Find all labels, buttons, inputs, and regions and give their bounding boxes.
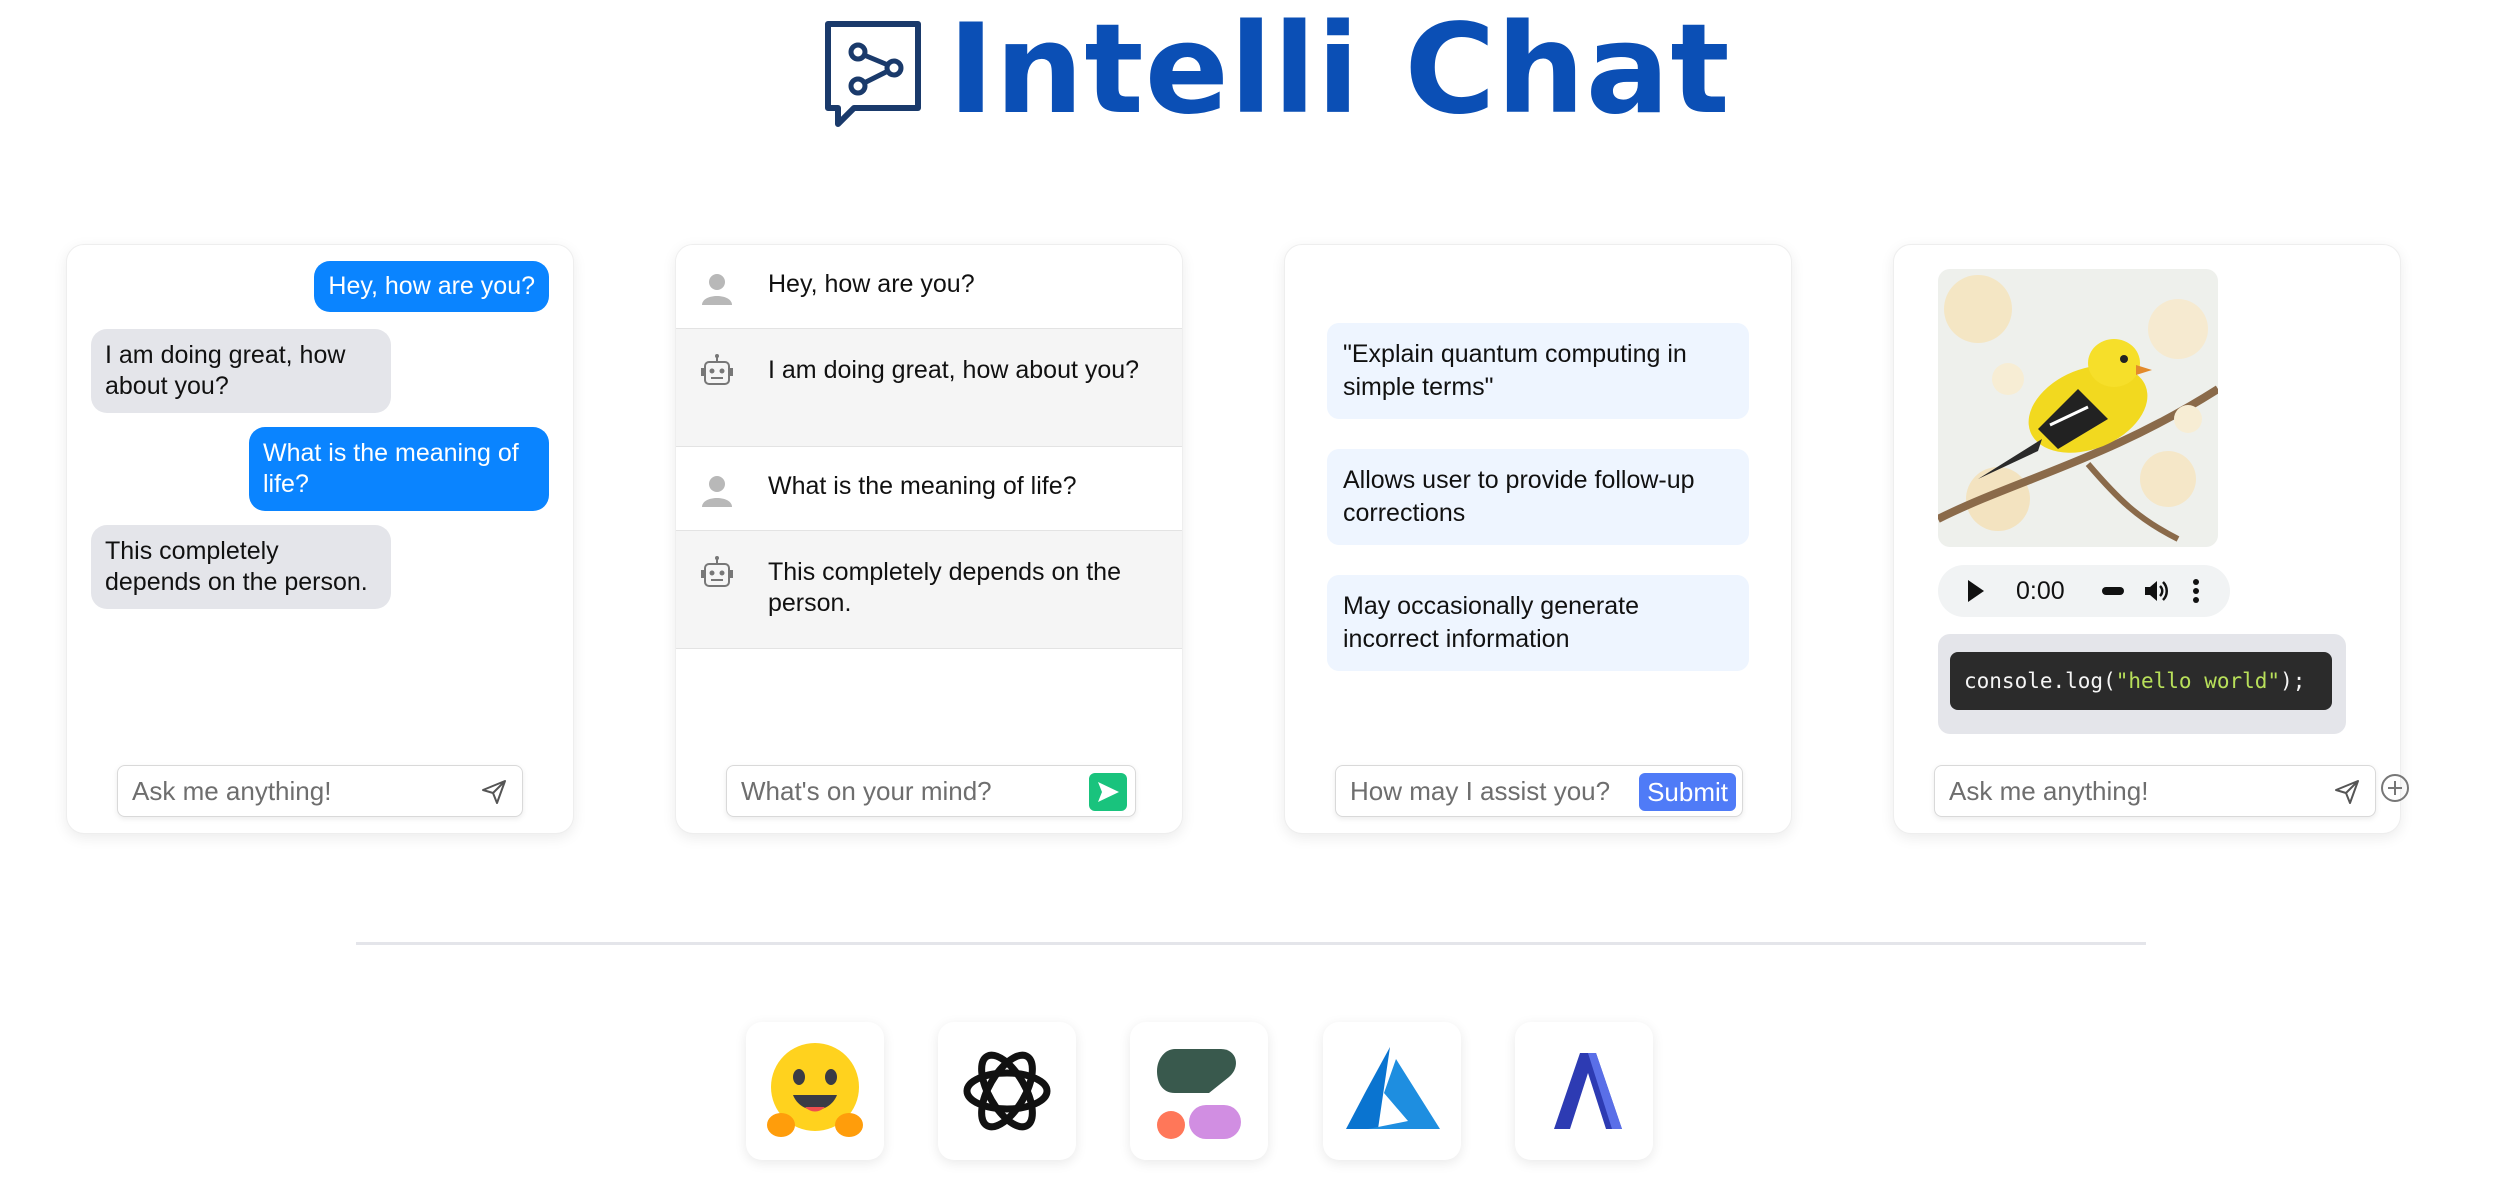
anyscale-logo <box>1554 1053 1622 1129</box>
provider-hugging-face[interactable] <box>746 1022 884 1160</box>
list-chat-demo: Hey, how are you? I am doing great, how … <box>675 244 1183 834</box>
app-title: Intelli Chat <box>948 0 1731 142</box>
list-item: I am doing great, how about you? <box>676 329 1182 447</box>
robot-avatar-icon <box>701 354 733 385</box>
more-options-icon[interactable] <box>2190 577 2202 605</box>
list-item: This completely depends on the person. <box>676 531 1182 649</box>
message-text: I am doing great, how about you? <box>768 356 1140 384</box>
submit-button[interactable]: Submit <box>1639 773 1736 811</box>
user-message: Hey, how are you? <box>314 261 549 312</box>
send-icon <box>1098 782 1119 802</box>
code-string: "hello world" <box>2115 669 2281 693</box>
plus-circle-icon[interactable] <box>2379 772 2411 804</box>
user-message: What is the meaning of life? <box>249 427 549 511</box>
bot-message: This completely depends on the person. <box>91 525 391 609</box>
code-prefix: console.log( <box>1964 669 2116 693</box>
hugging-face-logo <box>767 1043 863 1137</box>
list-item: Hey, how are you? <box>676 245 1182 329</box>
media-chat-demo: 0:00 console.log("hello world"); Ask me … <box>1893 244 2401 834</box>
provider-cohere[interactable] <box>1130 1022 1268 1160</box>
volume-icon[interactable] <box>2142 577 2170 605</box>
header: Intelli Chat <box>0 0 2496 140</box>
input-placeholder: Ask me anything! <box>132 776 332 806</box>
bot-message: I am doing great, how about you? <box>91 329 391 413</box>
suggestion-card[interactable]: "Explain quantum computing in simple ter… <box>1327 323 1749 419</box>
chat-input[interactable]: What's on your mind? <box>726 765 1136 817</box>
provider-openai[interactable] <box>938 1022 1076 1160</box>
input-placeholder: Ask me anything! <box>1949 776 2149 806</box>
send-icon[interactable] <box>2333 778 2361 806</box>
code-snippet: console.log("hello world"); <box>1950 652 2332 710</box>
input-placeholder: What's on your mind? <box>741 776 992 806</box>
audio-player[interactable]: 0:00 <box>1938 565 2230 617</box>
send-button[interactable] <box>1089 773 1127 811</box>
cohere-logo <box>1157 1049 1241 1139</box>
message-text: Hey, how are you? <box>768 270 975 298</box>
input-placeholder: How may I assist you? <box>1350 776 1611 806</box>
user-avatar-icon <box>702 476 732 507</box>
chat-input[interactable]: How may I assist you? Submit <box>1335 765 1743 817</box>
message-text: What is the meaning of life? <box>768 472 1077 500</box>
openai-logo <box>963 1051 1051 1131</box>
code-block: console.log("hello world"); <box>1938 634 2346 734</box>
goldfinch-bird-image <box>1938 269 2218 547</box>
suggestion-card[interactable]: May occasionally generate incorrect info… <box>1327 575 1749 671</box>
robot-avatar-icon <box>701 556 733 587</box>
chat-share-icon <box>825 21 921 127</box>
list-item: What is the meaning of life? <box>676 447 1182 531</box>
audio-seek-bar[interactable] <box>2102 587 2124 595</box>
provider-azure[interactable] <box>1323 1022 1461 1160</box>
play-icon[interactable] <box>1968 580 1984 602</box>
user-avatar-icon <box>702 274 732 305</box>
azure-logo <box>1346 1047 1440 1129</box>
divider <box>356 942 2146 945</box>
audio-time: 0:00 <box>2016 577 2065 605</box>
chat-input[interactable]: Ask me anything! <box>1934 765 2376 817</box>
suggestion-card[interactable]: Allows user to provide follow-up correct… <box>1327 449 1749 545</box>
provider-anyscale[interactable] <box>1515 1022 1653 1160</box>
code-suffix: ); <box>2280 669 2306 693</box>
suggestions-demo: "Explain quantum computing in simple ter… <box>1284 244 1792 834</box>
message-text: This completely depends on the person. <box>768 558 1121 617</box>
chat-input[interactable]: Ask me anything! <box>117 765 523 817</box>
send-icon[interactable] <box>480 778 508 806</box>
bubble-chat-demo: Hey, how are you? I am doing great, how … <box>66 244 574 834</box>
